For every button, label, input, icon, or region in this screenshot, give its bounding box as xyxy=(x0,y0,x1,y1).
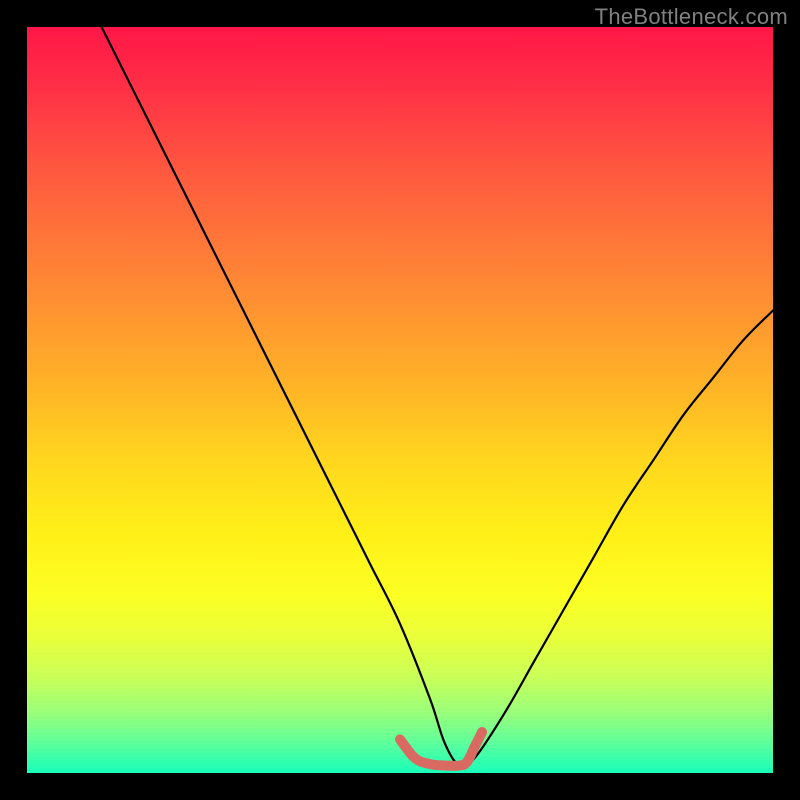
curve-layer xyxy=(27,27,773,773)
watermark-text: TheBottleneck.com xyxy=(595,4,788,30)
plot-area xyxy=(27,27,773,773)
main-curve xyxy=(102,27,773,767)
marker-segment xyxy=(400,732,482,766)
chart-stage: TheBottleneck.com xyxy=(0,0,800,800)
